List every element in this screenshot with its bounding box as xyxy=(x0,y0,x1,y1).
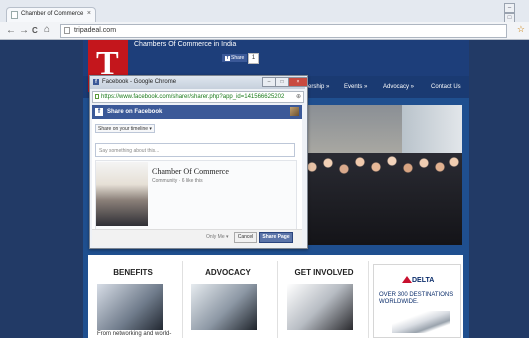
site-title: Chambers Of Commerce in India xyxy=(134,41,237,48)
popup-close-button[interactable]: × xyxy=(288,77,308,87)
page-icon xyxy=(11,11,18,19)
facebook-share-button[interactable]: f Share xyxy=(222,54,247,62)
preview-thumbnail xyxy=(96,162,148,226)
share-header-title: Share on Facebook xyxy=(107,109,163,115)
popup-maximize-button[interactable]: □ xyxy=(275,77,289,87)
preview-meta: Community · 6 like this xyxy=(152,178,203,184)
get-involved-heading: GET INVOLVED xyxy=(294,268,354,277)
advocacy-heading: ADVOCACY xyxy=(205,268,251,277)
address-bar[interactable]: tripadeal.com xyxy=(60,24,507,38)
zoom-icon[interactable]: ⊕ xyxy=(296,92,301,102)
popup-url: https://www.facebook.com/sharer/sharer.p… xyxy=(101,94,285,100)
user-avatar[interactable] xyxy=(290,107,299,116)
page-icon xyxy=(64,27,70,34)
benefits-image[interactable] xyxy=(97,284,163,330)
nav-item-membership[interactable]: ership » xyxy=(308,84,329,90)
popup-minimize-button[interactable]: – xyxy=(262,77,276,87)
divider xyxy=(277,261,278,338)
facebook-icon: f xyxy=(225,55,230,61)
tab-close-icon[interactable]: × xyxy=(87,10,91,17)
tab-title: Chamber of Commerce xyxy=(21,11,84,17)
airplane-image xyxy=(392,311,450,333)
divider xyxy=(182,261,183,338)
home-button[interactable]: ⌂ xyxy=(44,24,50,36)
extension-icon[interactable]: ☆ xyxy=(517,24,525,35)
nav-item-advocacy[interactable]: Advocacy » xyxy=(383,84,414,90)
divider xyxy=(368,261,369,338)
ad-tagline: OVER 300 DESTINATIONS WORLDWIDE. xyxy=(379,292,454,305)
nav-item-contact[interactable]: Contact Us xyxy=(431,84,461,90)
minimize-button[interactable]: – xyxy=(504,3,515,13)
group-photo xyxy=(302,105,462,245)
preview-title[interactable]: Chamber Of Commerce xyxy=(152,167,229,176)
address-url: tripadeal.com xyxy=(74,27,117,34)
window-controls: –□ xyxy=(503,3,525,23)
facebook-header: f Share on Facebook xyxy=(92,105,302,119)
popup-address-bar[interactable]: https://www.facebook.com/sharer/sharer.p… xyxy=(92,91,304,103)
advocacy-image[interactable] xyxy=(191,284,257,330)
facebook-icon: f xyxy=(93,79,99,85)
benefits-caption: From networking and world- xyxy=(97,331,172,337)
browser-tab[interactable]: Chamber of Commerce × xyxy=(6,7,96,23)
share-count: 1 xyxy=(248,53,259,64)
cancel-button[interactable]: Cancel xyxy=(234,232,257,243)
share-page-button[interactable]: Share Page xyxy=(259,232,293,243)
share-target-select[interactable]: Share on your timeline ▾ xyxy=(95,124,155,133)
delta-logo-icon xyxy=(402,276,412,283)
benefits-heading: BENEFITS xyxy=(113,268,153,277)
delta-ad[interactable]: DELTA OVER 300 DESTINATIONS WORLDWIDE. xyxy=(373,264,461,338)
share-message-input[interactable]: Say something about this... xyxy=(95,143,295,157)
nav-item-events[interactable]: Events » xyxy=(344,84,367,90)
forward-button[interactable]: → xyxy=(19,25,29,37)
get-involved-image[interactable] xyxy=(287,284,353,330)
popup-window-title: Facebook - Google Chrome xyxy=(102,79,177,85)
lock-icon xyxy=(95,94,99,99)
privacy-selector[interactable]: Only Me ▾ xyxy=(206,234,229,240)
ad-brand: DELTA xyxy=(412,277,435,284)
reload-button[interactable]: C xyxy=(32,25,38,37)
back-button[interactable]: ← xyxy=(6,25,16,37)
facebook-logo-icon: f xyxy=(95,108,103,116)
